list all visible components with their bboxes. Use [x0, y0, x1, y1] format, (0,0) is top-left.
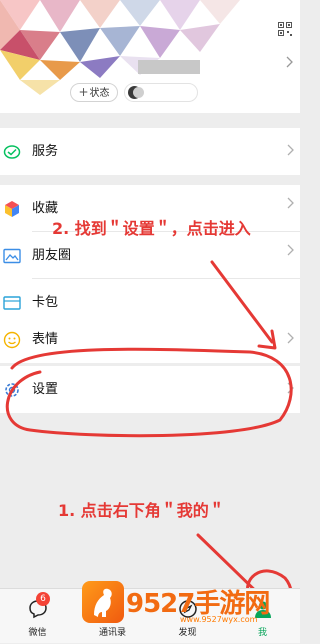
menu-label: 设置: [32, 382, 59, 397]
menu-label: 朋友圈: [32, 248, 72, 263]
menu-label: 服务: [32, 144, 59, 159]
friends-status-pill[interactable]: [124, 83, 198, 102]
menu-item-settings[interactable]: 设置: [0, 366, 300, 413]
tab-label: 微信: [28, 628, 47, 638]
smiley-icon: [3, 331, 21, 349]
chevron-right-icon: [287, 197, 294, 209]
avatar: [133, 87, 144, 98]
menu-label: 表情: [32, 332, 59, 347]
menu-item-service[interactable]: 服务: [0, 128, 300, 175]
favorites-cube-icon: [5, 201, 19, 217]
menu-item-stickers[interactable]: 表情: [0, 316, 300, 363]
plus-icon: +: [78, 85, 89, 99]
chevron-right-icon: [287, 332, 294, 344]
service-icon: [3, 145, 21, 159]
watermark-url: www.9527wyx.com: [180, 615, 258, 624]
username-redacted: [138, 60, 200, 74]
chevron-right-icon: [287, 382, 294, 394]
unread-badge: 6: [36, 592, 50, 606]
chevron-right-icon: [287, 244, 294, 256]
site-watermark: 9527手游网 www.9527wyx.com: [82, 581, 300, 643]
instruction-step-1: 1. 点击右下角＂我的＂: [58, 501, 225, 520]
menu-label: 卡包: [32, 295, 59, 310]
gear-icon: [5, 383, 19, 397]
profile-header[interactable]: +状态: [0, 0, 300, 113]
wallet-card-icon: [3, 296, 21, 310]
qr-code-icon[interactable]: [278, 22, 292, 36]
chevron-right-icon: [287, 144, 294, 156]
tab-chats[interactable]: 6 微信: [0, 589, 75, 644]
menu-item-moments[interactable]: 朋友圈: [0, 232, 300, 279]
instruction-step-2: 2. 找到＂设置＂，点击进入: [52, 219, 251, 238]
chevron-right-icon: [286, 56, 293, 68]
add-status-button[interactable]: +状态: [70, 83, 118, 102]
horse-logo-icon: [82, 581, 124, 623]
moments-image-icon: [3, 248, 21, 264]
